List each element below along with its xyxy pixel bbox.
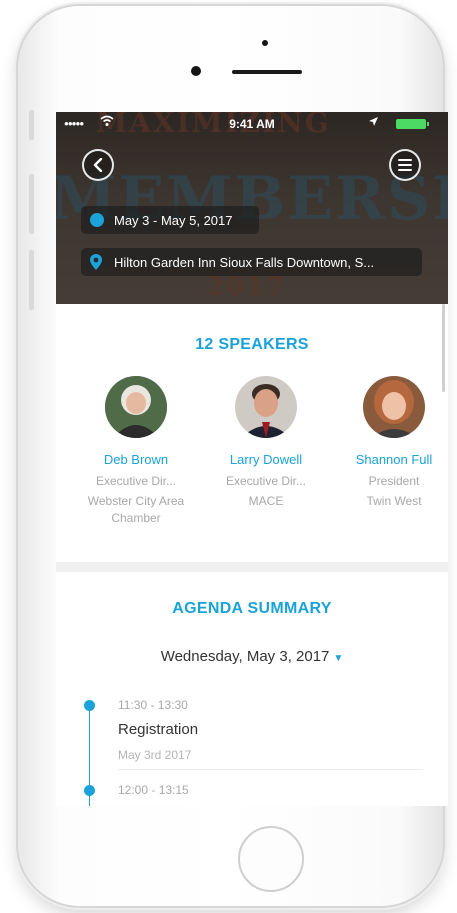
menu-icon <box>398 159 412 171</box>
speaker-org: MACE <box>248 494 284 508</box>
agenda-item-time: 12:00 - 13:15 <box>118 783 189 797</box>
proximity-sensor <box>191 66 201 76</box>
agenda-title[interactable]: AGENDA SUMMARY <box>56 600 448 618</box>
event-venue: Hilton Garden Inn Sioux Falls Downtown, … <box>114 254 375 270</box>
speakers-section: 12 SPEAKERS Deb Brown Executive Dir... W… <box>56 304 448 562</box>
battery-tip <box>427 122 429 126</box>
location-arrow-icon <box>368 116 379 130</box>
avatar <box>235 376 297 438</box>
agenda-item-title[interactable]: Registration <box>118 721 198 738</box>
status-time: 9:41 AM <box>229 117 275 131</box>
calendar-icon <box>90 213 108 227</box>
agenda-date: Wednesday, May 3, 2017 <box>160 648 330 665</box>
speaker-role: President <box>368 474 420 488</box>
speaker-role: Executive Dir... <box>95 474 177 488</box>
earpiece <box>232 70 302 74</box>
speaker-name: Shannon Full <box>355 452 433 467</box>
back-button[interactable] <box>82 149 114 181</box>
agenda-item-date: May 3rd 2017 <box>118 748 192 762</box>
agenda-date-selector[interactable]: Wednesday, May 3, 2017 ▼ <box>56 648 448 665</box>
battery-icon <box>396 119 426 129</box>
agenda-item-separator <box>118 769 423 770</box>
back-icon <box>92 158 104 172</box>
speakers-title[interactable]: 12 SPEAKERS <box>56 336 448 354</box>
event-hero: MAXIMIZING MEMBERSHIP 2017 ●●●●● 9:41 AM <box>56 112 448 304</box>
status-bar: ●●●●● 9:41 AM <box>56 112 448 136</box>
menu-button[interactable] <box>389 149 421 181</box>
speaker-name: Larry Dowell <box>229 452 303 467</box>
avatar <box>105 376 167 438</box>
speaker-card[interactable]: Deb Brown Executive Dir... Webster City … <box>76 376 196 527</box>
front-camera <box>262 40 268 46</box>
section-divider <box>56 562 448 572</box>
speaker-card[interactable]: Larry Dowell Executive Dir... MACE <box>206 376 326 510</box>
speaker-org: Webster City Area Chamber <box>87 494 185 525</box>
map-pin-icon <box>90 254 108 270</box>
event-date-pill: May 3 - May 5, 2017 <box>81 206 259 234</box>
avatar <box>363 376 425 438</box>
timeline-dot <box>84 700 95 711</box>
agenda-section: AGENDA SUMMARY Wednesday, May 3, 2017 ▼ 1… <box>56 572 448 806</box>
timeline-dot <box>84 785 95 796</box>
home-button[interactable] <box>238 826 304 892</box>
speaker-role: Executive Dir... <box>225 474 307 488</box>
app-screen: MAXIMIZING MEMBERSHIP 2017 ●●●●● 9:41 AM <box>56 112 448 806</box>
agenda-item-time: 11:30 - 13:30 <box>118 698 188 712</box>
event-venue-pill[interactable]: Hilton Garden Inn Sioux Falls Downtown, … <box>81 248 422 276</box>
mute-switch <box>29 110 34 140</box>
speaker-name: Deb Brown <box>103 452 169 467</box>
speaker-org: Twin West <box>366 494 422 508</box>
caret-down-icon: ▼ <box>333 653 344 664</box>
speaker-card[interactable]: Shannon Full President Twin West <box>334 376 448 510</box>
scrollbar[interactable] <box>442 304 445 392</box>
volume-up-button <box>29 174 34 234</box>
event-date-range: May 3 - May 5, 2017 <box>114 212 233 228</box>
volume-down-button <box>29 250 34 310</box>
